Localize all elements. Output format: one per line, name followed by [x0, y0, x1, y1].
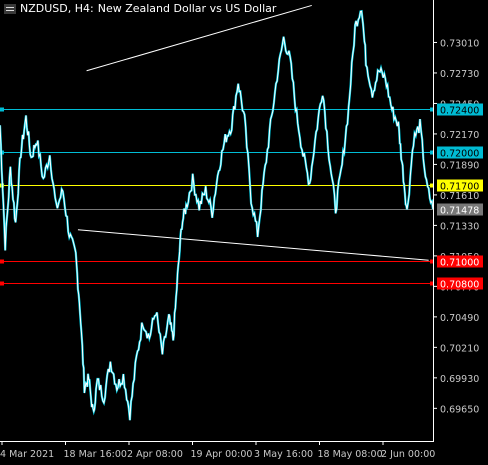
- x-tick-label: 18 Mar 16:00: [64, 449, 127, 460]
- level-0.72400-tag-label: 0.72400: [440, 106, 479, 117]
- trendlines-layer: [77, 4, 429, 261]
- y-tick-label: 0.73010: [440, 38, 479, 49]
- y-tick-label: 0.71610: [440, 191, 479, 202]
- x-tick-label: 2 Jun 00:00: [381, 449, 435, 460]
- level-0.70800-tag-label: 0.70800: [440, 280, 479, 291]
- level-0.71000-left-handle[interactable]: [0, 259, 4, 264]
- level-0.72000-tag-label: 0.72000: [440, 149, 479, 160]
- y-tick-label: 0.72170: [440, 130, 479, 141]
- level-0.71000-tag-label: 0.71000: [440, 258, 479, 269]
- y-tick-label: 0.72730: [440, 69, 479, 80]
- price-axis[interactable]: 0.730100.727300.724500.721700.718900.716…: [433, 38, 479, 415]
- y-tick-label: 0.70210: [440, 343, 479, 354]
- y-tick-label: 0.70490: [440, 313, 479, 324]
- y-tick-label: 0.71330: [440, 221, 479, 232]
- x-tick-label: 3 May 16:00: [254, 449, 313, 460]
- y-tick-label: 0.71890: [440, 160, 479, 171]
- level-0.70800-left-handle[interactable]: [0, 281, 4, 286]
- lower-trendline[interactable]: [77, 229, 429, 261]
- x-tick-label: 19 Apr 00:00: [191, 449, 253, 460]
- price-chart[interactable]: 0.730100.727300.724500.721700.718900.716…: [0, 0, 488, 465]
- upper-trendline[interactable]: [86, 4, 312, 72]
- time-axis[interactable]: 4 Mar 2021 18 Mar 16:00 2 Apr 08:00 19 Apr …: [0, 441, 435, 460]
- x-tick-label: 2 Apr 08:00: [127, 449, 183, 460]
- price-series-layer: [0, 9, 435, 421]
- level-0.72400-left-handle[interactable]: [0, 107, 4, 112]
- y-tick-label: 0.69650: [440, 404, 479, 415]
- y-tick-label: 0.69930: [440, 374, 479, 385]
- current-price-tag-label: 0.71478: [440, 206, 479, 217]
- level-0.71700-tag-label: 0.71700: [440, 182, 479, 193]
- levels-layer: [0, 107, 434, 286]
- x-tick-label: 18 May 08:00: [318, 449, 383, 460]
- x-tick-label: 4 Mar 2021: [0, 449, 54, 460]
